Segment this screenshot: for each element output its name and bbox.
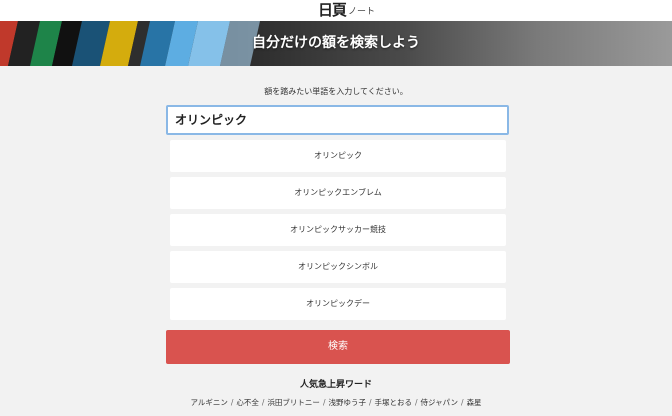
search-input[interactable]: オリンピック	[166, 105, 509, 135]
suggestion-item[interactable]: オリンピックシンボル	[170, 251, 506, 283]
trending-link[interactable]: 浜田ブリトニー	[267, 398, 320, 407]
trending-list: アルギニン / 心不全 / 浜田ブリトニー / 浅野ゆう子 / 手塚とおる / 侍ジャパン / 森星	[0, 397, 672, 408]
hero-banner: 自分だけの額を検索しよう	[0, 21, 672, 66]
trending-link[interactable]: 浅野ゆう子	[328, 398, 366, 407]
separator: /	[368, 398, 372, 407]
separator: /	[230, 398, 234, 407]
trending-link[interactable]: 心不全	[236, 398, 259, 407]
top-bar: 日頁 ノート	[0, 0, 672, 21]
trending-link[interactable]: 侍ジャパン	[421, 398, 459, 407]
separator: /	[461, 398, 464, 407]
trending-link[interactable]: アルギニン	[190, 398, 227, 407]
search-button[interactable]: 検索	[166, 330, 510, 364]
suggestion-item[interactable]: オリンピック	[170, 140, 506, 172]
trending-link[interactable]: 森星	[467, 398, 482, 407]
trending-link[interactable]: 手塚とおる	[375, 398, 413, 407]
suggestion-item[interactable]: オリンピックサッカー競技	[170, 214, 506, 246]
separator: /	[261, 398, 265, 407]
trending-title: 人気急上昇ワード	[299, 380, 372, 390]
logo-mark: 日頁	[318, 1, 347, 19]
banner-title: 自分だけの額を検索しよう	[252, 35, 420, 51]
suggestion-list: オリンピック オリンピックエンブレム オリンピックサッカー競技 オリンピックシン…	[170, 140, 506, 325]
separator: /	[415, 398, 418, 407]
suggestion-item[interactable]: オリンピックデー	[170, 288, 506, 320]
separator: /	[322, 398, 326, 407]
site-logo[interactable]: 日頁 ノート	[318, 1, 375, 19]
search-prompt: 額を踏みたい単語を入力してください。	[264, 87, 408, 96]
suggestion-item[interactable]: オリンピックエンブレム	[170, 177, 506, 209]
logo-subtitle: ノート	[348, 7, 376, 17]
